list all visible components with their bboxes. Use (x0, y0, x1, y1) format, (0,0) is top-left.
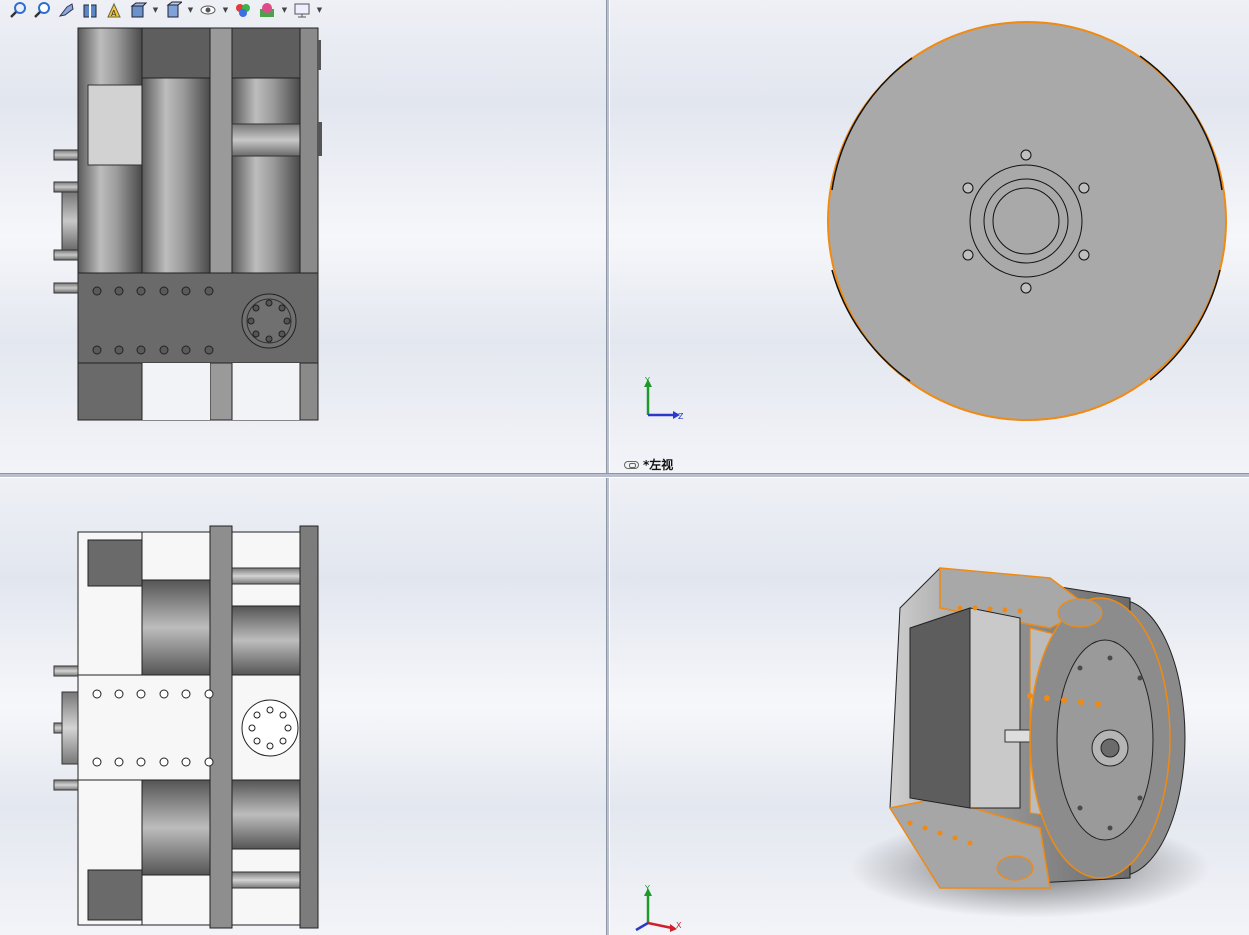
chevron-down-icon[interactable]: ▼ (281, 1, 288, 19)
zoom-to-fit-icon[interactable] (8, 1, 28, 19)
viewport-splitter-horizontal[interactable] (0, 473, 1249, 478)
viewport-top-left[interactable]: A ▼ ▼ ▼ ▼ ▼ (0, 0, 606, 473)
view-toolbar: A ▼ ▼ ▼ ▼ ▼ (8, 0, 323, 20)
triad-y-label: Y (644, 884, 650, 893)
front-view-model[interactable] (0, 0, 606, 473)
triad-z-label: Z (678, 412, 684, 421)
previous-view-icon[interactable] (56, 1, 76, 19)
section-view-icon[interactable] (80, 1, 100, 19)
hide-show-items-icon[interactable] (198, 1, 218, 19)
isometric-view-model[interactable]: Y X (610, 478, 1249, 935)
viewport-top-right[interactable]: Y Z *左视 (610, 0, 1249, 473)
view-name-label[interactable]: *左视 (624, 456, 673, 473)
view-name-text: *左视 (643, 458, 674, 472)
coordinate-triad-icon (635, 888, 677, 932)
coordinate-triad-icon (644, 379, 680, 419)
viewport-bottom-right[interactable]: Y X (610, 478, 1249, 935)
dynamic-annotation-icon[interactable]: A (104, 1, 124, 19)
view-settings-icon[interactable] (292, 1, 312, 19)
display-style-icon[interactable] (163, 1, 183, 19)
chevron-down-icon[interactable]: ▼ (222, 1, 229, 19)
top-view-model[interactable] (0, 478, 606, 935)
chevron-down-icon[interactable]: ▼ (187, 1, 194, 19)
chevron-down-icon[interactable]: ▼ (152, 1, 159, 19)
left-view-model[interactable]: Y Z (610, 0, 1249, 473)
triad-y-label: Y (644, 376, 650, 385)
zoom-area-icon[interactable] (32, 1, 52, 19)
viewport-bottom-left[interactable] (0, 478, 606, 935)
triad-x-label: X (676, 921, 682, 930)
svg-text:A: A (111, 9, 117, 18)
link-views-icon[interactable] (624, 460, 639, 469)
apply-scene-icon[interactable] (257, 1, 277, 19)
edit-appearance-icon[interactable] (233, 1, 253, 19)
chevron-down-icon[interactable]: ▼ (316, 1, 323, 19)
viewport-splitter-vertical[interactable] (606, 0, 610, 935)
view-orientation-icon[interactable] (128, 1, 148, 19)
